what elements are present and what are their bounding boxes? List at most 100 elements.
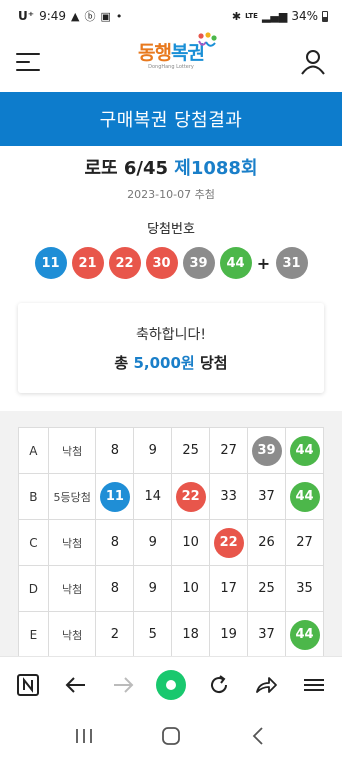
pick-number: 2 bbox=[110, 627, 120, 642]
pick-number: 26 bbox=[258, 535, 275, 550]
page-title-banner: 구매복권 당첨결과 bbox=[0, 92, 342, 146]
winning-numbers: 11 21 22 30 39 44 +31 bbox=[0, 247, 342, 279]
back-icon[interactable] bbox=[238, 718, 278, 754]
congrats-message: 축하합니다! bbox=[135, 326, 206, 343]
user-account-icon[interactable] bbox=[300, 49, 326, 75]
pick-number-cell: 8 bbox=[95, 427, 135, 474]
recent-apps-icon[interactable] bbox=[64, 718, 104, 754]
matched-number-ball: 11 bbox=[99, 481, 130, 512]
matched-number-ball: 44 bbox=[289, 619, 320, 650]
battery-label: 34% bbox=[291, 9, 318, 23]
pick-row-label: B bbox=[18, 473, 49, 520]
system-nav-bar bbox=[0, 712, 342, 760]
matched-number-ball: 22 bbox=[175, 481, 206, 512]
status-right: ✱ LTE ▂▄▆ 34% bbox=[232, 9, 328, 23]
share-icon[interactable] bbox=[248, 667, 284, 703]
pick-number: 8 bbox=[110, 581, 120, 596]
matched-number-ball: 39 bbox=[251, 435, 282, 466]
pick-number: 27 bbox=[220, 443, 237, 458]
battery-icon bbox=[322, 10, 328, 22]
pick-number-cell: 27 bbox=[209, 427, 249, 474]
pick-number-cell: 44 bbox=[285, 473, 324, 520]
dot-icon: • bbox=[115, 9, 123, 23]
pick-number-cell: 8 bbox=[95, 519, 135, 566]
pick-number-cell: 10 bbox=[171, 519, 211, 566]
pick-number-cell: 14 bbox=[133, 473, 173, 520]
hamburger-menu-icon[interactable] bbox=[16, 53, 40, 71]
pick-result: 낙첨 bbox=[47, 427, 97, 474]
status-left: U⁺ 9:49 ▲ ⓑ ▣ • bbox=[18, 8, 122, 24]
pick-number-cell: 27 bbox=[285, 519, 324, 566]
pick-number-cell: 26 bbox=[247, 519, 287, 566]
pick-row-label: E bbox=[18, 611, 49, 658]
menu-icon[interactable] bbox=[296, 667, 332, 703]
forward-arrow-icon[interactable] bbox=[105, 667, 141, 703]
pick-result: 5등당첨 bbox=[47, 473, 97, 520]
pick-number-cell: 37 bbox=[247, 611, 287, 658]
pick-number: 9 bbox=[148, 535, 157, 550]
draw-title: 로또 6/45 제1088회 bbox=[0, 154, 342, 180]
back-arrow-icon[interactable] bbox=[58, 667, 94, 703]
pick-number-cell: 25 bbox=[171, 427, 211, 474]
matched-number-ball: 44 bbox=[289, 435, 320, 466]
pick-row-label: A bbox=[18, 427, 49, 474]
result-card: 축하합니다! 총 5,000원 당첨 bbox=[18, 303, 324, 393]
app-header: 동행복권 DongHang Lottery bbox=[0, 32, 342, 92]
logo-figures-icon bbox=[198, 32, 217, 47]
pick-number-cell: 10 bbox=[171, 565, 211, 612]
winning-number-ball: 21 bbox=[71, 247, 104, 279]
pick-number: 19 bbox=[220, 627, 237, 642]
pick-row: E 낙첨 2 5 18 19 37 44 bbox=[18, 611, 324, 658]
pick-result: 낙첨 bbox=[47, 565, 97, 612]
pick-row-label: C bbox=[18, 519, 49, 566]
refresh-icon[interactable] bbox=[201, 667, 237, 703]
home-icon[interactable] bbox=[151, 718, 191, 754]
pick-number-cell: 9 bbox=[133, 565, 173, 612]
game-name: 로또 6/45 bbox=[84, 158, 169, 179]
pick-number: 10 bbox=[182, 581, 199, 596]
matched-number-ball: 22 bbox=[213, 527, 244, 558]
pick-number: 17 bbox=[220, 581, 237, 596]
pick-row: D 낙첨 8 9 10 17 25 35 bbox=[18, 565, 324, 612]
pick-number: 8 bbox=[110, 443, 120, 458]
pick-number-cell: 33 bbox=[209, 473, 249, 520]
pick-number: 25 bbox=[182, 443, 199, 458]
notification-icon: ⓑ bbox=[84, 10, 96, 23]
naver-n-icon[interactable] bbox=[10, 667, 46, 703]
pick-result: 낙첨 bbox=[47, 611, 97, 658]
pick-number-cell: 18 bbox=[171, 611, 211, 658]
pick-number-cell: 8 bbox=[95, 565, 135, 612]
pick-number-cell: 11 bbox=[95, 473, 135, 520]
pick-number: 9 bbox=[148, 443, 157, 458]
pick-number: 37 bbox=[258, 489, 275, 504]
pick-number: 25 bbox=[258, 581, 275, 596]
bonus-plus-sign: + bbox=[256, 253, 271, 273]
prize-amount: 5,000원 bbox=[133, 353, 195, 372]
draw-round: 제1088회 bbox=[174, 158, 258, 179]
network-label: LTE bbox=[245, 12, 258, 20]
pick-number-cell: 44 bbox=[285, 427, 324, 474]
pick-number-cell: 5 bbox=[133, 611, 173, 658]
bluetooth-icon: ✱ bbox=[231, 9, 242, 23]
prize-summary: 총 5,000원 당첨 bbox=[114, 352, 227, 373]
browser-toolbar bbox=[0, 656, 342, 712]
home-circle-icon[interactable] bbox=[153, 667, 189, 703]
matched-number-ball: 44 bbox=[289, 481, 320, 512]
status-bar: U⁺ 9:49 ▲ ⓑ ▣ • ✱ LTE ▂▄▆ 34% bbox=[0, 0, 342, 32]
pick-row: A 낙첨 8 9 25 27 39 44 bbox=[18, 427, 324, 474]
pick-number-cell: 22 bbox=[209, 519, 249, 566]
logo-text: 동행복권 bbox=[138, 32, 217, 65]
clock: 9:49 bbox=[39, 9, 67, 23]
winning-number-ball: 30 bbox=[145, 247, 178, 279]
pick-result: 낙첨 bbox=[47, 519, 97, 566]
carrier-label: U⁺ bbox=[18, 9, 35, 23]
pick-row-label: D bbox=[18, 565, 49, 612]
pick-number-cell: 17 bbox=[209, 565, 249, 612]
donghang-lottery-logo[interactable]: 동행복권 DongHang Lottery bbox=[138, 32, 217, 70]
winning-number-ball: 39 bbox=[182, 247, 215, 279]
pick-number-cell: 25 bbox=[247, 565, 287, 612]
prize-suffix: 당첨 bbox=[199, 353, 228, 372]
pick-number: 9 bbox=[148, 581, 157, 596]
pick-number: 18 bbox=[182, 627, 199, 642]
pick-row: C 낙첨 8 9 10 22 26 27 bbox=[18, 519, 324, 566]
